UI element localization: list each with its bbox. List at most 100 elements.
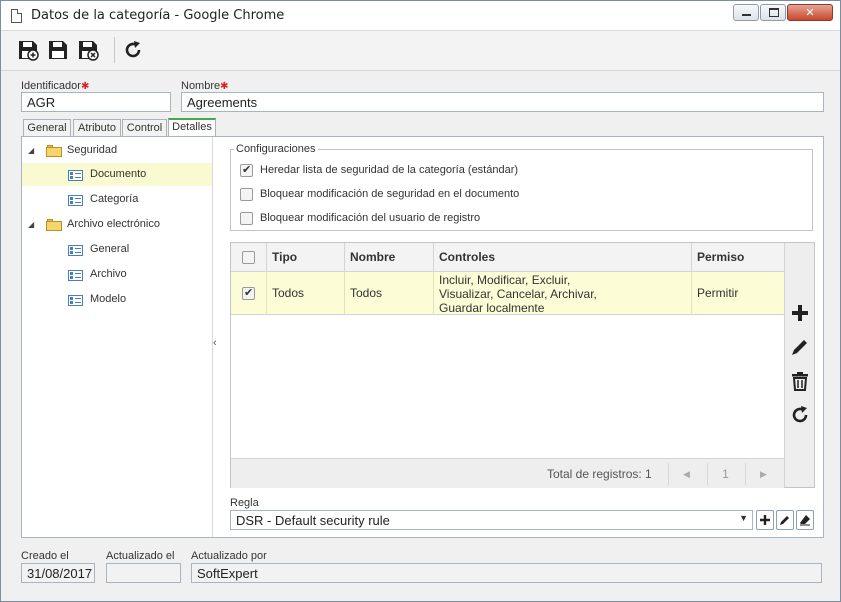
- add-icon: [760, 515, 770, 525]
- required-icon: ✱: [220, 81, 229, 92]
- save-close-button[interactable]: [77, 39, 101, 61]
- cell-tipo: Todos: [267, 272, 345, 315]
- tree-item-documento[interactable]: Documento: [22, 163, 212, 186]
- page-number: 1: [707, 463, 743, 485]
- created-label: Creado el: [21, 550, 69, 562]
- rule-label: Regla: [230, 497, 259, 509]
- block-security-checkbox[interactable]: [240, 188, 253, 201]
- updated-by-field: SoftExpert: [191, 563, 822, 583]
- minimize-button[interactable]: [733, 4, 759, 21]
- grid-header: Tipo Nombre Controles Permiso: [231, 243, 784, 272]
- block-user-label: Bloquear modificación del usuario de reg…: [260, 212, 481, 224]
- controls-line: Visualizar, Cancelar, Archivar,: [439, 287, 597, 301]
- toolbar-separator: [114, 37, 115, 63]
- edit-icon: [792, 340, 807, 355]
- column-permiso[interactable]: Permiso: [692, 243, 784, 272]
- tree-item-label: General: [90, 243, 130, 255]
- save-new-button[interactable]: [17, 39, 41, 61]
- rule-edit-button[interactable]: [776, 510, 794, 530]
- close-button[interactable]: ✕: [787, 4, 833, 21]
- tree-item-label: Seguridad: [67, 144, 118, 156]
- tree-item-label: Documento: [90, 168, 147, 180]
- rule-clear-button[interactable]: [796, 510, 814, 530]
- tree-item-label: Archivo electrónico: [67, 218, 160, 230]
- required-icon: ✱: [80, 81, 90, 92]
- tab-control[interactable]: Control: [122, 119, 167, 137]
- save-button[interactable]: [47, 39, 71, 61]
- grid-actions: [784, 243, 814, 487]
- add-icon: [792, 305, 808, 321]
- identifier-field[interactable]: AGR: [21, 92, 171, 112]
- row-checkbox[interactable]: ✔: [242, 286, 255, 300]
- add-button[interactable]: [789, 302, 811, 324]
- config-legend: Configuraciones: [234, 143, 318, 155]
- tree-item-modelo[interactable]: Modelo: [22, 288, 212, 311]
- rule-add-button[interactable]: [756, 510, 774, 530]
- close-icon: ✕: [805, 6, 815, 19]
- refresh-icon: [125, 41, 141, 58]
- tree-item-archivo-electronico[interactable]: ◢ Archivo electrónico: [22, 213, 212, 236]
- row-select-cell: ✔: [231, 272, 267, 315]
- dropdown-arrow-icon: ▼: [739, 513, 748, 523]
- trash-icon: [792, 372, 808, 391]
- identifier-label: Identificador✱: [21, 80, 90, 92]
- tree-item-archivo[interactable]: Archivo: [22, 263, 212, 286]
- name-field[interactable]: Agreements: [181, 92, 824, 112]
- column-tipo[interactable]: Tipo: [267, 243, 345, 272]
- table-row[interactable]: ✔ Todos Todos Incluir, Modificar, Exclui…: [231, 272, 784, 315]
- config-group: Configuraciones ✔ Heredar lista de segur…: [230, 143, 813, 231]
- controls-line: Incluir, Modificar, Excluir,: [439, 273, 571, 287]
- updated-by-label: Actualizado por: [191, 550, 267, 562]
- record-icon: [68, 245, 83, 256]
- details-panel: ◢ Seguridad Documento Categoría ◢ Archiv…: [21, 136, 824, 538]
- rule-value: DSR - Default security rule: [236, 513, 390, 528]
- collapse-icon[interactable]: ◢: [28, 139, 36, 162]
- rule-select[interactable]: DSR - Default security rule ▼: [230, 510, 753, 530]
- record-icon: [68, 270, 83, 281]
- next-page-button[interactable]: ▶: [745, 463, 781, 485]
- save-new-icon: [19, 41, 39, 61]
- security-tree: ◢ Seguridad Documento Categoría ◢ Archiv…: [22, 137, 212, 537]
- folder-icon: [46, 219, 62, 231]
- tree-item-categoria[interactable]: Categoría: [22, 188, 212, 211]
- grid-footer: Total de registros: 1 ◀ 1 ▶: [231, 458, 784, 488]
- updated-field: [106, 563, 181, 583]
- refresh-button[interactable]: [122, 39, 146, 61]
- grid-refresh-button[interactable]: [789, 404, 811, 426]
- tab-detalles[interactable]: Detalles: [168, 118, 216, 137]
- form-content: Identificador✱ AGR Nombre ✱ Agreements Ge…: [11, 73, 833, 543]
- document-icon: [11, 9, 22, 23]
- cell-controles: Incluir, Modificar, Excluir, Visualizar,…: [434, 272, 692, 315]
- edit-button[interactable]: [789, 336, 811, 358]
- inherit-security-checkbox[interactable]: ✔: [240, 163, 253, 177]
- browser-window: Datos de la categoría - Google Chrome ✕: [0, 0, 841, 602]
- tab-general[interactable]: General: [23, 119, 71, 137]
- column-nombre[interactable]: Nombre: [345, 243, 434, 272]
- maximize-icon: [769, 8, 779, 17]
- panel-splitter[interactable]: ‹: [212, 137, 218, 537]
- select-all-checkbox[interactable]: [242, 251, 255, 264]
- previous-page-button[interactable]: ◀: [668, 463, 704, 485]
- cell-permiso: Permitir: [697, 286, 739, 300]
- maximize-button[interactable]: [760, 4, 786, 21]
- total-records: Total de registros: 1: [547, 467, 652, 481]
- created-field: 31/08/2017: [21, 563, 95, 583]
- folder-icon: [46, 145, 62, 157]
- block-user-checkbox[interactable]: [240, 212, 253, 225]
- collapse-icon[interactable]: ◢: [28, 213, 36, 236]
- window-title: Datos de la categoría - Google Chrome: [31, 8, 285, 23]
- tree-item-label: Categoría: [90, 193, 139, 205]
- eraser-icon: [800, 515, 810, 526]
- tree-item-seguridad[interactable]: ◢ Seguridad: [22, 139, 212, 162]
- select-all-cell: [231, 243, 267, 272]
- tab-atributo[interactable]: Atributo: [73, 119, 121, 137]
- tree-item-general[interactable]: General: [22, 238, 212, 261]
- cell-nombre: Todos: [345, 272, 434, 315]
- record-icon: [68, 195, 83, 206]
- column-controles[interactable]: Controles: [434, 243, 692, 272]
- tree-item-label: Archivo: [90, 268, 127, 280]
- delete-button[interactable]: [789, 370, 811, 392]
- block-security-label: Bloquear modificación de seguridad en el…: [260, 188, 520, 200]
- minimize-icon: [742, 14, 751, 16]
- chevron-left-icon[interactable]: ‹: [213, 337, 217, 349]
